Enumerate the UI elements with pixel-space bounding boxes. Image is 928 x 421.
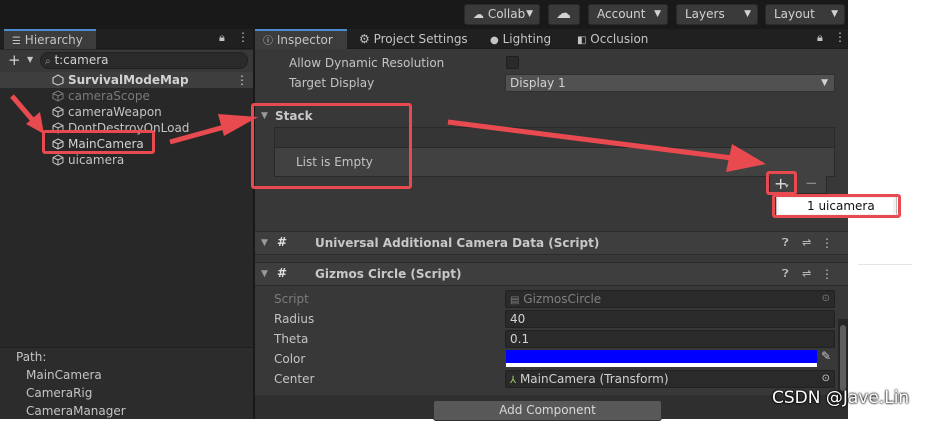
- watermark: CSDN @Jave.Lin: [772, 388, 910, 408]
- annotation-arrows: [10, 94, 766, 172]
- arrow-to-add-button: [447, 119, 766, 172]
- arrow-to-maincamera: [10, 94, 44, 134]
- arrow-to-stack: [169, 114, 258, 145]
